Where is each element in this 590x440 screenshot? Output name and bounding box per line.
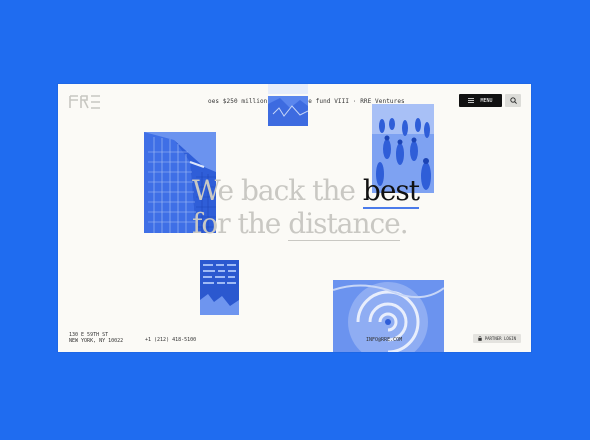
headline-light-text: We back the [192,174,363,207]
hero-headline: We back the best for the distance. [192,174,420,241]
headline-emphasis: best [362,174,420,209]
phone-link[interactable]: +1 (212) 418-5100 [145,337,196,343]
headline-line-2: for the distance. [192,207,419,241]
headline-line2-pre: for the [192,207,289,240]
partner-login-button[interactable]: PARTNER LOGIN [472,334,521,343]
page-card: oes $250 million early-stage fund VIII ·… [58,84,531,352]
partner-login-label: PARTNER LOGIN [484,336,516,341]
search-icon [509,97,517,104]
menu-button[interactable]: MENU [459,94,502,107]
headline-underlined: distance [288,207,401,241]
headline-line-1: We back the best [192,174,420,209]
image-top-strip [268,84,308,126]
hamburger-icon [468,98,475,103]
lock-icon [477,336,482,341]
image-stock-board [200,260,239,315]
search-button[interactable] [505,94,521,107]
menu-label: MENU [480,97,493,104]
email-link[interactable]: INFO@RRE.COM [366,337,402,343]
address: 130 E 59TH ST NEW YORK, NY 10022 [69,332,123,344]
rre-logo[interactable] [69,95,101,109]
headline-period: . [399,207,409,240]
address-line-2: NEW YORK, NY 10022 [69,338,124,344]
